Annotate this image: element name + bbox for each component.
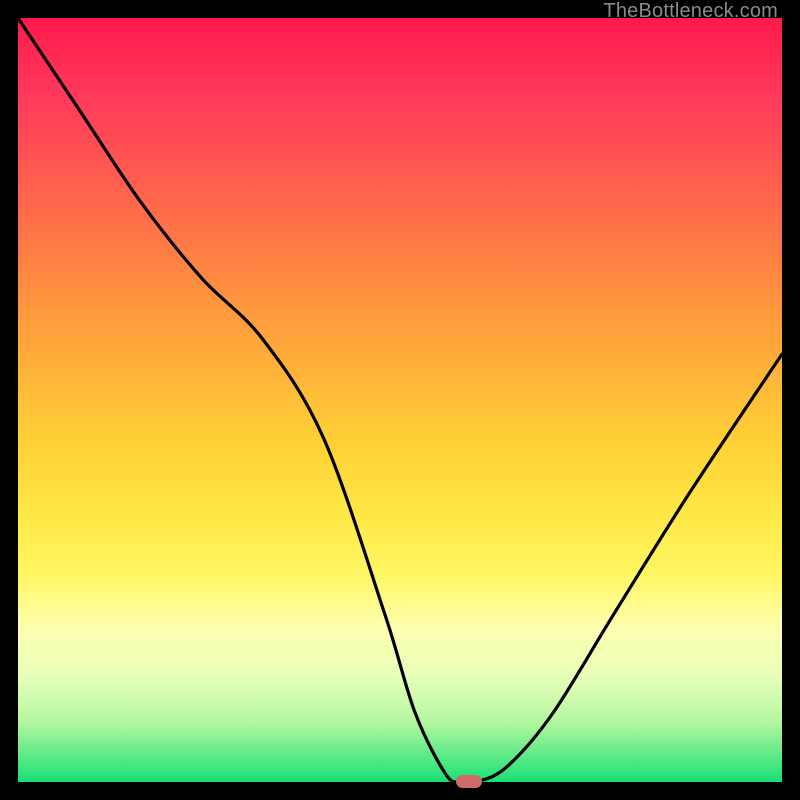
plot-area [18, 18, 782, 782]
bottleneck-curve-path [18, 18, 782, 783]
curve-svg [18, 18, 782, 782]
chart-frame: TheBottleneck.com [0, 0, 800, 800]
optimal-marker [456, 775, 482, 788]
